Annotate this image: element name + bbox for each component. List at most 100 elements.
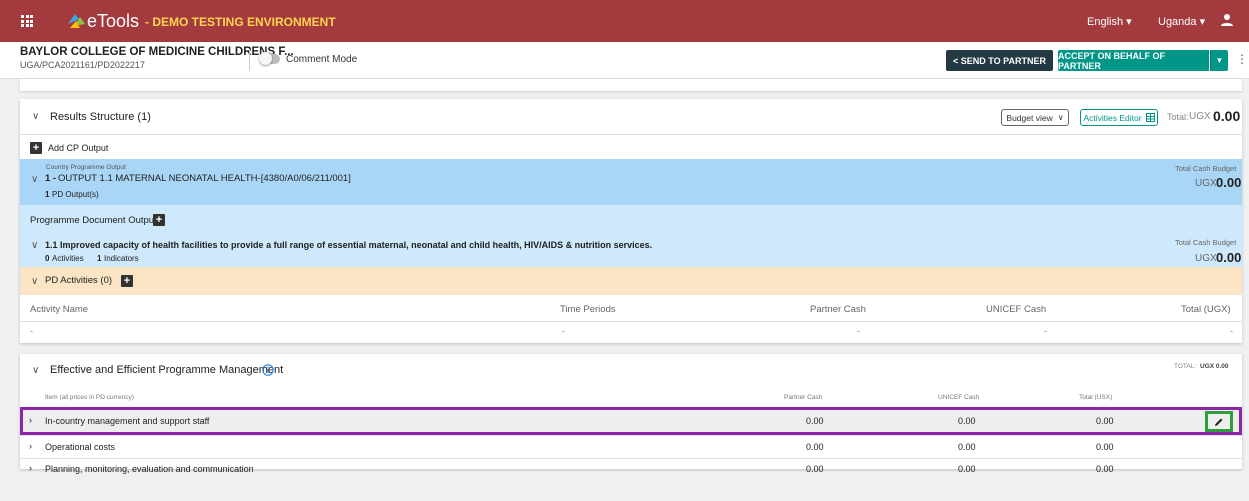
partner-name: BAYLOR COLLEGE OF MEDICINE CHILDRENS F..… xyxy=(20,46,294,58)
col-total-ugx: Total (UGX) xyxy=(1181,304,1231,315)
pd-output-title[interactable]: 1.1 Improved capacity of health faciliti… xyxy=(45,240,652,250)
add-pd-activity-icon[interactable]: + xyxy=(121,275,133,287)
management-collapse-icon[interactable]: ∨ xyxy=(32,365,39,376)
pd-output-budget-caption: Total Cash Budget xyxy=(1175,238,1237,247)
edit-button[interactable] xyxy=(1205,411,1233,432)
chevron-right-icon[interactable]: › xyxy=(29,463,32,473)
activity-empty-cell: - xyxy=(1044,326,1047,336)
management-title: Effective and Efficient Programme Manage… xyxy=(50,364,284,376)
activity-empty-cell: - xyxy=(562,326,565,336)
row-partner-cash: 0.00 xyxy=(806,416,824,426)
add-pd-output-icon[interactable]: + xyxy=(153,214,165,226)
programme-management-card: ∨ Effective and Efficient Programme Mana… xyxy=(20,354,1242,474)
results-structure-card: ∨ Results Structure (1) Budget view ∨ Ac… xyxy=(20,99,1242,343)
pd-outputs-count: 1 xyxy=(45,190,50,199)
management-total-value: UGX 0.00 xyxy=(1200,363,1229,370)
comment-mode-label: Comment Mode xyxy=(286,54,358,65)
indicators-label[interactable]: Indicators xyxy=(104,254,139,263)
accept-dropdown-chevron-icon[interactable]: ▼ xyxy=(1210,50,1228,71)
col-activity-name: Activity Name xyxy=(30,304,89,315)
pencil-icon xyxy=(1215,418,1223,426)
pd-activities-label: PD Activities (0) xyxy=(45,275,113,286)
row-partner-cash: 0.00 xyxy=(806,442,824,452)
environment-label: - DEMO TESTING ENVIRONMENT xyxy=(145,15,336,29)
cp-output-budget-caption: Total Cash Budget xyxy=(1175,164,1237,173)
management-total-label: TOTAL: xyxy=(1174,363,1197,370)
country-dropdown[interactable]: Uganda ▾ xyxy=(1158,15,1205,28)
col-item: Item (all prices in PD currency) xyxy=(45,394,134,401)
col-unicef-cash: UNICEF Cash xyxy=(986,304,1047,315)
pd-outputs-section: Programme Document Outputs + ∨ 1.1 Impro… xyxy=(20,205,1242,267)
cp-output-row[interactable]: Country Programme Output ∨ 1 - OUTPUT 1.… xyxy=(20,159,1242,205)
row-total: 0.00 xyxy=(1096,416,1114,426)
send-to-partner-button[interactable]: < SEND TO PARTNER xyxy=(946,50,1053,71)
divider xyxy=(20,435,1242,436)
user-profile-icon[interactable] xyxy=(1220,13,1234,27)
activity-empty-cell: - xyxy=(30,326,33,336)
row-item-name[interactable]: Planning, monitoring, evaluation and com… xyxy=(45,464,254,474)
budget-view-dropdown[interactable]: Budget view ∨ xyxy=(1001,109,1069,126)
top-bar: eTools - DEMO TESTING ENVIRONMENT Englis… xyxy=(0,0,1249,42)
activities-editor-label: Activities Editor xyxy=(1083,112,1142,123)
activities-editor-button[interactable]: Activities Editor xyxy=(1080,109,1158,126)
collapsed-panel-strip xyxy=(20,79,1242,91)
total-label: Total: xyxy=(1167,112,1189,122)
pd-activities-collapse-icon[interactable]: ∨ xyxy=(31,276,38,287)
add-cp-output-label[interactable]: Add CP Output xyxy=(48,143,108,153)
row-item-name[interactable]: Operational costs xyxy=(45,442,115,452)
app-brand[interactable]: eTools xyxy=(87,11,139,32)
language-dropdown[interactable]: English ▾ xyxy=(1087,15,1132,28)
activity-empty-cell: - xyxy=(857,326,860,336)
pd-header: BAYLOR COLLEGE OF MEDICINE CHILDRENS F..… xyxy=(0,42,1249,79)
apps-menu-icon[interactable] xyxy=(21,15,33,27)
accept-on-behalf-button[interactable]: ACCEPT ON BEHALF OF PARTNER xyxy=(1058,50,1209,71)
total-currency: UGX xyxy=(1189,111,1211,122)
indicators-count: 1 xyxy=(97,254,102,263)
info-icon[interactable] xyxy=(262,364,274,376)
col-time-periods: Time Periods xyxy=(560,304,616,315)
divider xyxy=(20,134,1242,135)
col-partner-cash: Partner Cash xyxy=(784,394,823,401)
add-cp-output-icon[interactable]: + xyxy=(30,142,42,154)
pd-outputs-label: Programme Document Outputs xyxy=(30,215,162,226)
activities-count: 0 xyxy=(45,254,50,263)
row-unicef-cash: 0.00 xyxy=(958,416,976,426)
chevron-down-icon: ∨ xyxy=(1057,113,1064,122)
cp-output-budget-currency: UGX xyxy=(1195,178,1217,189)
pd-output-budget-value: 0.00 xyxy=(1216,250,1242,265)
cp-output-title: OUTPUT 1.1 MATERNAL NEONATAL HEALTH-[438… xyxy=(58,173,351,184)
results-structure-title: Results Structure (1) xyxy=(50,111,151,123)
activity-empty-cell: - xyxy=(1230,326,1233,336)
row-partner-cash: 0.00 xyxy=(806,464,824,474)
chevron-right-icon[interactable]: › xyxy=(29,441,32,451)
row-unicef-cash: 0.00 xyxy=(958,442,976,452)
pd-outputs-count-label: PD Output(s) xyxy=(52,190,99,199)
row-unicef-cash: 0.00 xyxy=(958,464,976,474)
cp-output-number: 1 - xyxy=(45,173,57,184)
table-grid-icon xyxy=(1145,113,1155,122)
cp-output-budget-value: 0.00 xyxy=(1216,175,1242,190)
row-item-name: In-country management and support staff xyxy=(45,416,210,426)
budget-view-label: Budget view xyxy=(1006,112,1053,123)
comment-mode-toggle[interactable] xyxy=(259,52,280,65)
total-value: 0.00 xyxy=(1213,108,1241,124)
cp-output-collapse-icon[interactable]: ∨ xyxy=(31,174,38,185)
col-total: Total (USX) xyxy=(1079,394,1113,401)
pd-output-collapse-icon[interactable]: ∨ xyxy=(31,240,38,251)
row-total: 0.00 xyxy=(1096,464,1114,474)
cp-output-caption: Country Programme Output xyxy=(46,164,126,171)
row-total: 0.00 xyxy=(1096,442,1114,452)
results-structure-collapse-icon[interactable]: ∨ xyxy=(32,111,39,122)
more-actions-icon[interactable]: ⋮ xyxy=(1236,52,1248,66)
activities-label: Activities xyxy=(52,254,84,263)
header-divider xyxy=(249,49,250,71)
pd-reference: UGA/PCA2021161/PD2022217 xyxy=(20,60,145,70)
col-partner-cash: Partner Cash xyxy=(810,304,866,315)
divider xyxy=(20,458,1242,459)
etools-logo-icon xyxy=(68,14,85,28)
divider xyxy=(20,321,1242,322)
pd-output-budget-currency: UGX xyxy=(1195,253,1217,264)
col-unicef-cash: UNICEF Cash xyxy=(938,394,980,401)
chevron-right-icon[interactable]: › xyxy=(29,415,32,425)
pd-activities-row: ∨ PD Activities (0) + xyxy=(20,267,1242,295)
